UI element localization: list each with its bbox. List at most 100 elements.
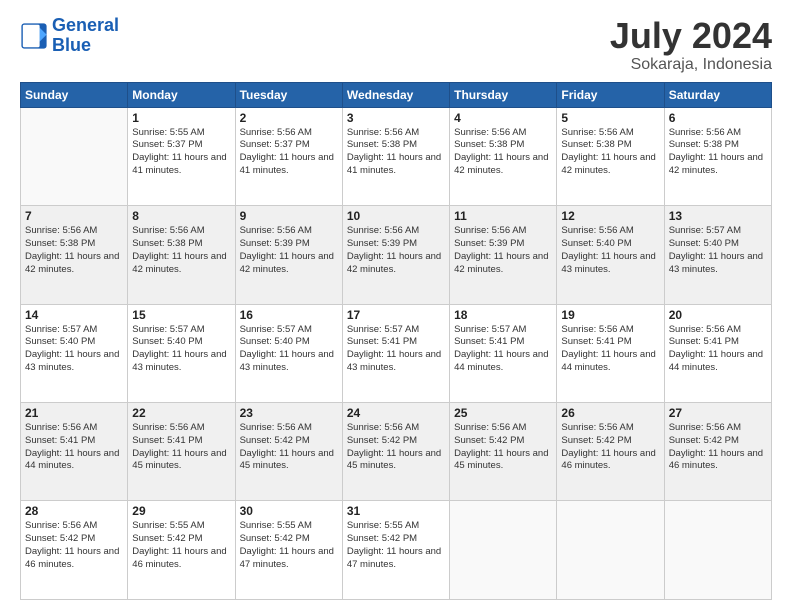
day-info: Sunrise: 5:56 AMSunset: 5:38 PMDaylight:…	[347, 127, 445, 178]
table-row: 20Sunrise: 5:56 AMSunset: 5:41 PMDayligh…	[664, 304, 771, 402]
day-number: 9	[240, 209, 338, 223]
logo: General Blue	[20, 16, 119, 56]
table-row: 2 Sunrise: 5:56 AMSunset: 5:37 PMDaylight…	[235, 107, 342, 205]
day-info: Sunrise: 5:56 AMSunset: 5:41 PMDaylight:…	[25, 422, 123, 473]
col-thursday: Thursday	[450, 82, 557, 107]
day-number: 31	[347, 504, 445, 518]
day-number: 30	[240, 504, 338, 518]
table-row: 3Sunrise: 5:56 AMSunset: 5:38 PMDaylight…	[342, 107, 449, 205]
day-info: Sunrise: 5:56 AMSunset: 5:40 PMDaylight:…	[561, 225, 659, 276]
day-info: Sunrise: 5:56 AMSunset: 5:37 PMDaylight:…	[240, 127, 338, 178]
calendar-week-row: 14Sunrise: 5:57 AMSunset: 5:40 PMDayligh…	[21, 304, 772, 402]
table-row	[557, 501, 664, 600]
table-row: 11Sunrise: 5:56 AMSunset: 5:39 PMDayligh…	[450, 206, 557, 304]
table-row: 19Sunrise: 5:56 AMSunset: 5:41 PMDayligh…	[557, 304, 664, 402]
day-info: Sunrise: 5:57 AMSunset: 5:41 PMDaylight:…	[347, 324, 445, 375]
table-row: 27Sunrise: 5:56 AMSunset: 5:42 PMDayligh…	[664, 403, 771, 501]
title-block: July 2024 Sokaraja, Indonesia	[610, 16, 772, 74]
logo-text: General Blue	[52, 16, 119, 56]
day-info: Sunrise: 5:56 AMSunset: 5:38 PMDaylight:…	[561, 127, 659, 178]
day-number: 20	[669, 308, 767, 322]
logo-line1: General	[52, 15, 119, 35]
table-row: 18 Sunrise: 5:57 AMSunset: 5:41 PMDayligh…	[450, 304, 557, 402]
table-row: 31 Sunrise: 5:55 AMSunset: 5:42 PMDayligh…	[342, 501, 449, 600]
table-row: 16 Sunrise: 5:57 AMSunset: 5:40 PMDayligh…	[235, 304, 342, 402]
day-info: Sunrise: 5:57 AMSunset: 5:40 PMDaylight:…	[240, 324, 338, 375]
day-number: 26	[561, 406, 659, 420]
header: General Blue July 2024 Sokaraja, Indones…	[20, 16, 772, 74]
day-number: 28	[25, 504, 123, 518]
table-row: 5Sunrise: 5:56 AMSunset: 5:38 PMDaylight…	[557, 107, 664, 205]
day-info: Sunrise: 5:56 AMSunset: 5:41 PMDaylight:…	[132, 422, 230, 473]
day-info: Sunrise: 5:56 AMSunset: 5:38 PMDaylight:…	[132, 225, 230, 276]
logo-icon	[20, 22, 48, 50]
day-info: Sunrise: 5:56 AMSunset: 5:39 PMDaylight:…	[240, 225, 338, 276]
table-row: 14Sunrise: 5:57 AMSunset: 5:40 PMDayligh…	[21, 304, 128, 402]
day-info: Sunrise: 5:56 AMSunset: 5:42 PMDaylight:…	[561, 422, 659, 473]
table-row: 4 Sunrise: 5:56 AMSunset: 5:38 PMDaylight…	[450, 107, 557, 205]
col-sunday: Sunday	[21, 82, 128, 107]
table-row: 23Sunrise: 5:56 AMSunset: 5:42 PMDayligh…	[235, 403, 342, 501]
table-row: 24 Sunrise: 5:56 AMSunset: 5:42 PMDayligh…	[342, 403, 449, 501]
day-info: Sunrise: 5:56 AMSunset: 5:41 PMDaylight:…	[561, 324, 659, 375]
day-info: Sunrise: 5:57 AMSunset: 5:41 PMDaylight:…	[454, 324, 552, 375]
day-number: 13	[669, 209, 767, 223]
table-row: 10Sunrise: 5:56 AMSunset: 5:39 PMDayligh…	[342, 206, 449, 304]
table-row	[664, 501, 771, 600]
day-number: 11	[454, 209, 552, 223]
col-friday: Friday	[557, 82, 664, 107]
table-row	[450, 501, 557, 600]
table-row: 9 Sunrise: 5:56 AMSunset: 5:39 PMDaylight…	[235, 206, 342, 304]
table-row: 15Sunrise: 5:57 AMSunset: 5:40 PMDayligh…	[128, 304, 235, 402]
table-row: 26 Sunrise: 5:56 AMSunset: 5:42 PMDayligh…	[557, 403, 664, 501]
day-number: 21	[25, 406, 123, 420]
day-number: 1	[132, 111, 230, 125]
table-row: 22 Sunrise: 5:56 AMSunset: 5:41 PMDayligh…	[128, 403, 235, 501]
day-number: 6	[669, 111, 767, 125]
day-number: 7	[25, 209, 123, 223]
day-number: 18	[454, 308, 552, 322]
day-info: Sunrise: 5:55 AMSunset: 5:42 PMDaylight:…	[347, 520, 445, 571]
day-number: 25	[454, 406, 552, 420]
title-month: July 2024	[610, 16, 772, 56]
calendar-week-row: 21 Sunrise: 5:56 AMSunset: 5:41 PMDayligh…	[21, 403, 772, 501]
day-info: Sunrise: 5:56 AMSunset: 5:42 PMDaylight:…	[454, 422, 552, 473]
day-number: 23	[240, 406, 338, 420]
day-info: Sunrise: 5:55 AMSunset: 5:42 PMDaylight:…	[240, 520, 338, 571]
table-row: 6 Sunrise: 5:56 AMSunset: 5:38 PMDaylight…	[664, 107, 771, 205]
page: General Blue July 2024 Sokaraja, Indones…	[0, 0, 792, 612]
day-info: Sunrise: 5:57 AMSunset: 5:40 PMDaylight:…	[669, 225, 767, 276]
day-info: Sunrise: 5:55 AMSunset: 5:42 PMDaylight:…	[132, 520, 230, 571]
table-row: 8 Sunrise: 5:56 AMSunset: 5:38 PMDaylight…	[128, 206, 235, 304]
day-number: 8	[132, 209, 230, 223]
table-row: 21 Sunrise: 5:56 AMSunset: 5:41 PMDayligh…	[21, 403, 128, 501]
day-number: 24	[347, 406, 445, 420]
table-row: 30 Sunrise: 5:55 AMSunset: 5:42 PMDayligh…	[235, 501, 342, 600]
col-monday: Monday	[128, 82, 235, 107]
day-number: 4	[454, 111, 552, 125]
calendar-table: Sunday Monday Tuesday Wednesday Thursday…	[20, 82, 772, 600]
table-row	[21, 107, 128, 205]
calendar-week-row: 7 Sunrise: 5:56 AMSunset: 5:38 PMDaylight…	[21, 206, 772, 304]
calendar-week-row: 1Sunrise: 5:55 AMSunset: 5:37 PMDaylight…	[21, 107, 772, 205]
day-number: 12	[561, 209, 659, 223]
day-number: 2	[240, 111, 338, 125]
day-number: 16	[240, 308, 338, 322]
logo-line2: Blue	[52, 36, 119, 56]
day-number: 10	[347, 209, 445, 223]
day-number: 22	[132, 406, 230, 420]
calendar-week-row: 28 Sunrise: 5:56 AMSunset: 5:42 PMDayligh…	[21, 501, 772, 600]
col-saturday: Saturday	[664, 82, 771, 107]
day-info: Sunrise: 5:57 AMSunset: 5:40 PMDaylight:…	[25, 324, 123, 375]
day-number: 27	[669, 406, 767, 420]
day-info: Sunrise: 5:56 AMSunset: 5:42 PMDaylight:…	[347, 422, 445, 473]
day-info: Sunrise: 5:56 AMSunset: 5:38 PMDaylight:…	[669, 127, 767, 178]
table-row: 1Sunrise: 5:55 AMSunset: 5:37 PMDaylight…	[128, 107, 235, 205]
day-number: 29	[132, 504, 230, 518]
table-row: 28 Sunrise: 5:56 AMSunset: 5:42 PMDayligh…	[21, 501, 128, 600]
col-tuesday: Tuesday	[235, 82, 342, 107]
day-info: Sunrise: 5:56 AMSunset: 5:42 PMDaylight:…	[25, 520, 123, 571]
table-row: 12 Sunrise: 5:56 AMSunset: 5:40 PMDayligh…	[557, 206, 664, 304]
table-row: 29 Sunrise: 5:55 AMSunset: 5:42 PMDayligh…	[128, 501, 235, 600]
day-info: Sunrise: 5:56 AMSunset: 5:38 PMDaylight:…	[454, 127, 552, 178]
